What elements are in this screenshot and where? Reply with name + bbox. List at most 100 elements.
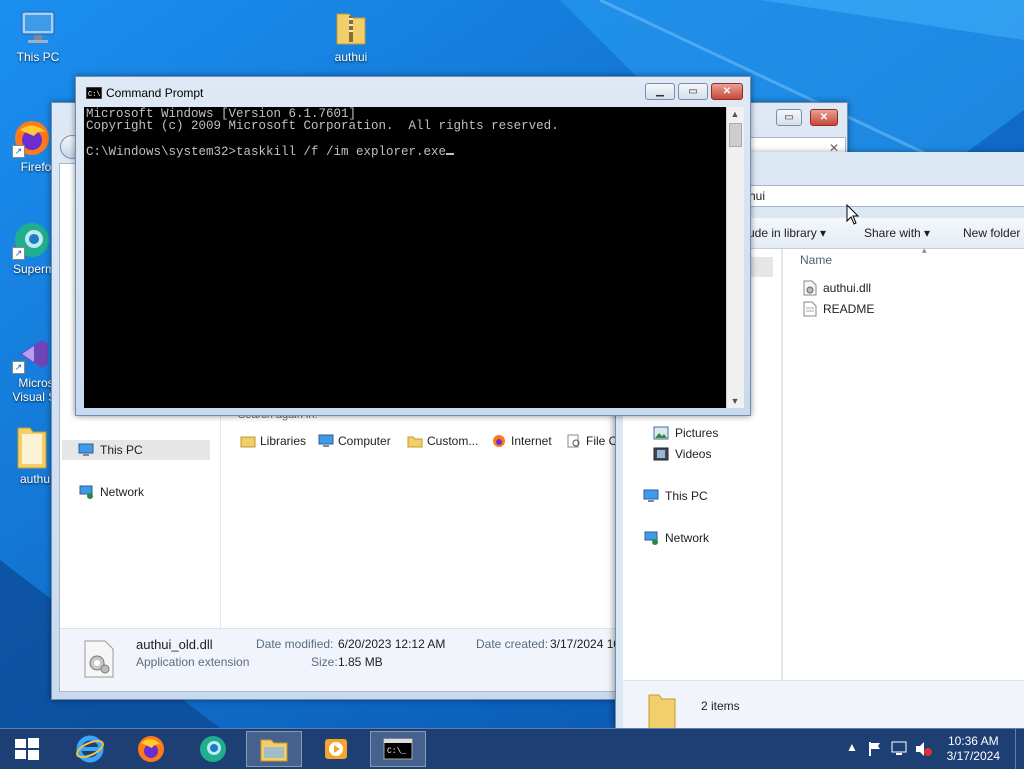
svg-text:C:\_: C:\_ [387,747,406,756]
volume-muted-icon[interactable] [914,741,932,757]
console-line: C:\Windows\system32>taskkill /f /im expl… [86,145,447,159]
shortcut-arrow-icon: ↗ [12,145,25,158]
desktop-icon-this-pc[interactable]: This PC [0,8,76,64]
nav-item-this-pc[interactable]: This PC [62,440,210,460]
nav-item-this-pc[interactable]: This PC [643,489,708,503]
scroll-up-icon[interactable]: ▲ [727,107,743,121]
clock-date: 3/17/2024 [946,749,1000,763]
file-item[interactable]: README [803,301,874,317]
desktop-icon-authui[interactable]: authui [313,8,389,64]
scroll-thumb[interactable] [729,123,742,147]
network-icon [79,485,93,499]
search-location-custom[interactable]: Custom... [407,432,478,450]
vertical-scrollbar[interactable]: ▲ ▼ [726,107,744,408]
sort-arrow-icon: ▴ [922,245,927,255]
taskbar-firefox[interactable] [123,731,179,767]
taskbar-media-player[interactable] [308,731,364,767]
scroll-down-icon[interactable]: ▼ [727,394,743,408]
item-count: 2 items [701,699,740,713]
taskbar-internet-explorer[interactable] [62,731,118,767]
clock-time: 10:36 AM [947,734,999,748]
media-player-icon [325,739,347,759]
folder-icon [648,694,676,729]
chevron-down-icon: ▾ [924,226,931,240]
supermium-icon: ↗ [12,220,52,260]
include-in-library-label: ude in library [748,226,817,240]
status-bar: 2 items [623,680,1024,729]
details-created-value: 3/17/2024 10 [550,637,621,651]
search-location-internet[interactable]: Internet [491,432,552,450]
new-folder-button[interactable]: New folder [963,226,1020,240]
nav-item-network[interactable]: Network [78,482,144,502]
file-explorer-icon [260,739,288,762]
desktop-icon-label: This PC [16,50,60,64]
shortcut-arrow-icon: ↗ [12,361,25,374]
svg-text:C:\: C:\ [88,91,101,99]
show-hidden-icons-icon[interactable]: ▲ [846,740,858,754]
desktop-icon-label: authui [334,50,368,64]
cmd-icon: C:\ [86,87,102,99]
details-modified-value: 6/20/2023 12:12 AM [338,637,446,651]
visual-studio-icon: ↗ [12,334,52,374]
taskbar-supermium[interactable] [185,731,241,767]
nav-item-label: This PC [100,443,143,457]
console-output[interactable]: Microsoft Windows [Version 6.1.7601] Cop… [84,107,726,408]
videos-icon [653,447,669,461]
flag-icon[interactable] [866,741,882,757]
clock[interactable]: 10:36 AM 3/17/2024 [947,734,1000,764]
search-location-computer[interactable]: Computer [318,432,391,450]
search-location-file-contents[interactable]: File C [566,432,617,450]
minimize-button[interactable]: ▁ [645,83,675,100]
file-name: authui.dll [823,281,872,295]
close-button[interactable]: ✕ [810,109,838,126]
search-location-label: File C [586,434,618,448]
command-prompt-window[interactable]: C:\ Command Prompt ▁ ▭ ✕ Microsoft Windo… [75,76,751,416]
nav-item-videos[interactable]: Videos [653,447,711,461]
restore-button[interactable]: ▭ [776,109,802,126]
file-list: Name ▴ authui.dll README [782,245,1024,699]
network-icon [644,531,658,545]
nav-item-label: Videos [675,447,712,461]
nav-item-label: Pictures [675,426,719,440]
computer-icon [318,434,334,447]
taskbar-file-explorer[interactable] [246,731,302,767]
search-location-libraries[interactable]: Libraries [240,432,306,450]
mouse-pointer-icon [846,204,860,225]
nav-item-network[interactable]: Network [643,531,709,545]
text-cursor [446,144,455,155]
computer-icon [643,489,659,502]
search-location-label: Internet [511,434,552,448]
details-created-label: Date created: [476,637,549,651]
start-button[interactable] [0,731,54,767]
firefox-icon [138,736,164,762]
firefox-icon [493,435,505,447]
share-with-label: Share with [864,226,921,240]
share-with-button[interactable]: Share with ▾ [864,226,930,240]
address-text: hui [749,189,766,203]
pictures-icon [653,426,669,440]
chevron-down-icon: ▾ [820,226,827,240]
column-header-name[interactable]: Name [800,253,832,267]
nav-item-label: Network [100,485,145,499]
dll-file-icon [84,640,114,678]
include-in-library-button[interactable]: ude in library ▾ [748,226,826,240]
cmd-icon: C:\_ [383,738,413,760]
nav-item-label: This PC [665,489,708,503]
shortcut-arrow-icon: ↗ [12,247,25,260]
details-modified-label: Date modified: [256,637,334,651]
zip-folder-icon [331,8,371,48]
window-title: Command Prompt [106,86,204,100]
close-button[interactable]: ✕ [711,83,743,100]
details-size-label: Size: [311,655,338,669]
computer-icon [78,443,94,456]
nav-item-pictures[interactable]: Pictures [653,426,718,440]
taskbar-command-prompt[interactable]: C:\_ [370,731,426,767]
details-file-type: Application extension [136,655,250,669]
internet-explorer-icon [76,735,104,763]
maximize-button[interactable]: ▭ [678,83,708,100]
dll-file-icon [803,280,817,296]
file-item[interactable]: authui.dll [803,280,871,296]
show-desktop-button[interactable] [1015,729,1024,769]
network-status-icon[interactable] [890,741,908,757]
folder-icon [12,424,52,469]
